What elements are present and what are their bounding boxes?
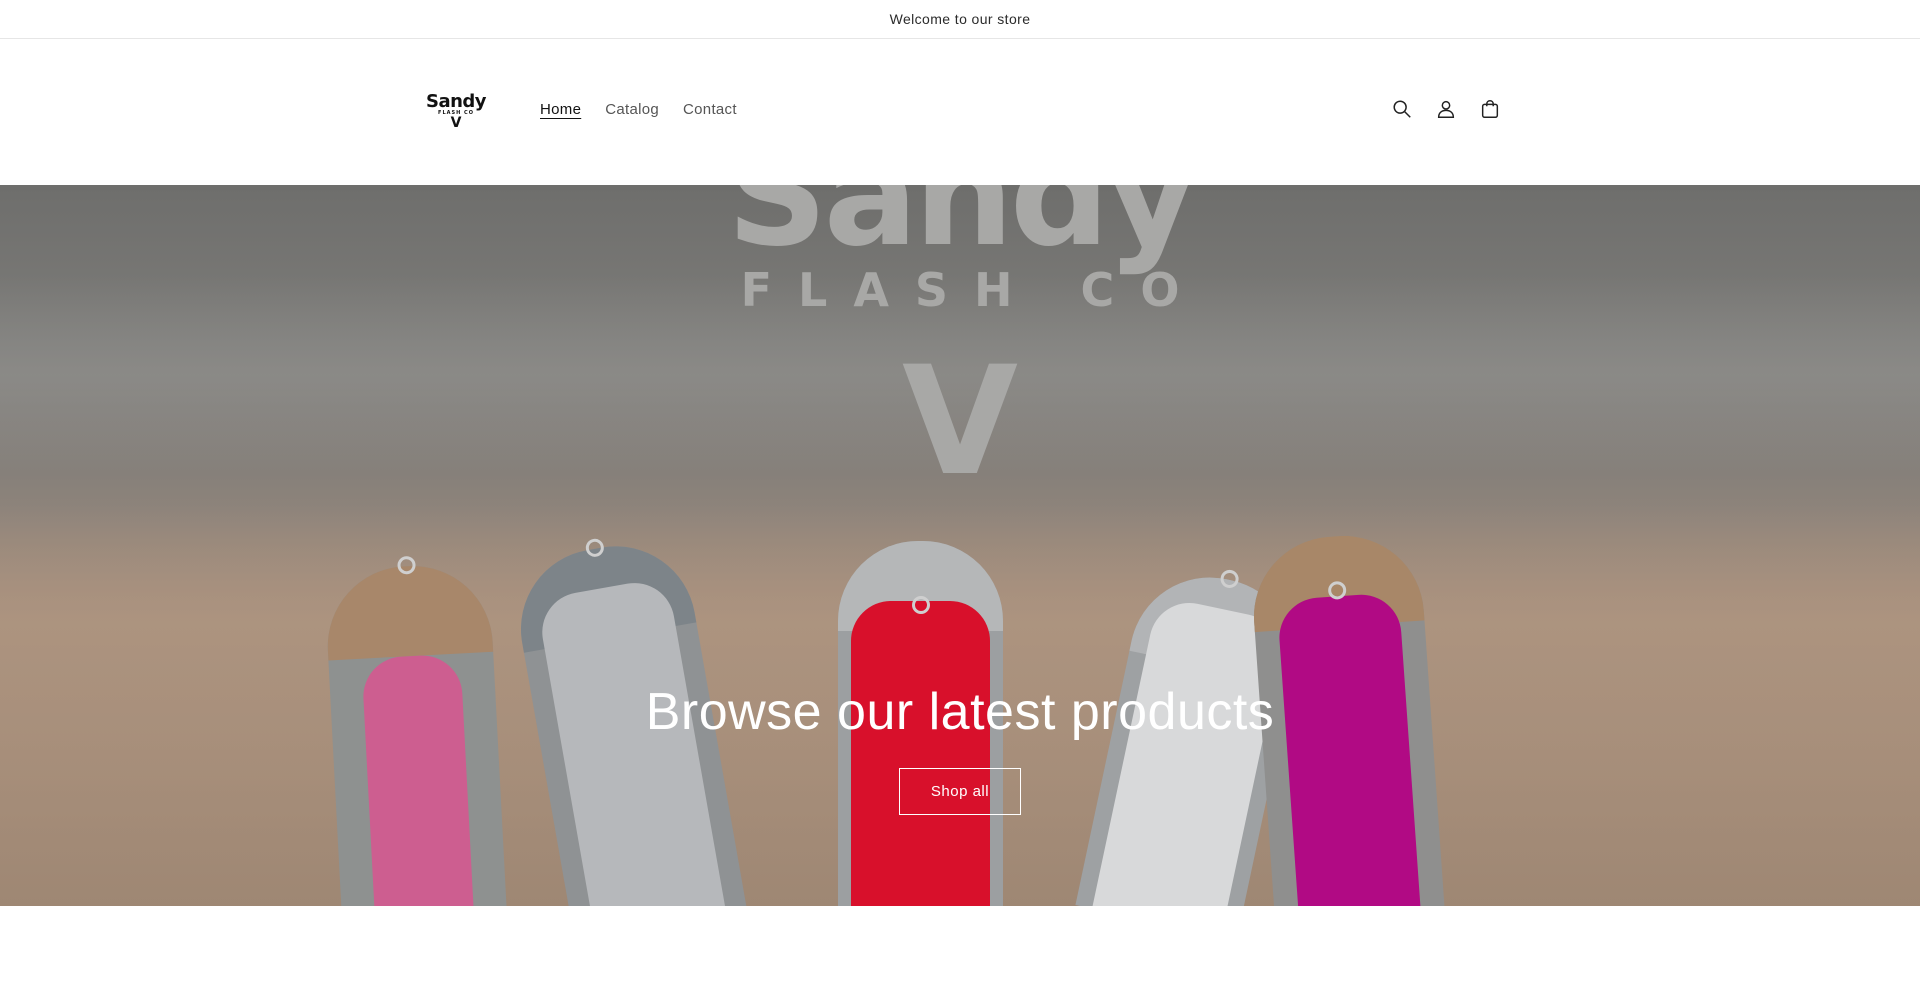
cart-button[interactable] bbox=[1478, 97, 1502, 121]
cart-icon bbox=[1481, 100, 1499, 118]
header-icons bbox=[1390, 97, 1502, 121]
logo-line-1: Sandy bbox=[425, 91, 487, 112]
store-logo[interactable]: Sandy FLASH CO V bbox=[425, 91, 487, 133]
hero-title: Browse our latest products bbox=[645, 683, 1275, 741]
main-nav: Home Catalog Contact bbox=[540, 101, 737, 118]
hero-bg-text-2: FLASH CO bbox=[740, 263, 1206, 317]
site-header: Sandy FLASH CO V Home Catalog Contact bbox=[0, 39, 1920, 185]
search-button[interactable] bbox=[1390, 97, 1414, 121]
search-icon bbox=[1393, 100, 1411, 118]
hero-bg-text-3: V bbox=[901, 335, 1019, 509]
nav-link-catalog[interactable]: Catalog bbox=[605, 101, 659, 118]
nav-link-home[interactable]: Home bbox=[540, 101, 581, 118]
announcement-text: Welcome to our store bbox=[889, 11, 1031, 27]
account-button[interactable] bbox=[1434, 97, 1458, 121]
account-icon bbox=[1437, 100, 1455, 118]
nav-link-contact[interactable]: Contact bbox=[683, 101, 737, 118]
announcement-bar: Welcome to our store bbox=[0, 0, 1920, 39]
shop-all-button[interactable]: Shop all bbox=[899, 768, 1021, 815]
hero-banner: Sandy FLASH CO V Browse our latest produ… bbox=[0, 185, 1920, 906]
next-section bbox=[0, 906, 1920, 993]
logo-line-3: V bbox=[450, 115, 462, 131]
